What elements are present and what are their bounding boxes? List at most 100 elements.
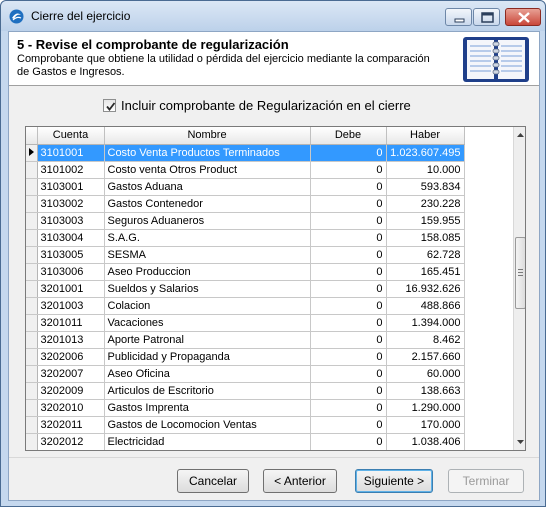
minimize-button[interactable] [445,8,472,26]
cell-haber[interactable]: 170.000 [386,416,465,434]
table-row[interactable]: 3202006 Publicidad y Propaganda 0 2.157.660 [26,348,465,366]
cell-nombre[interactable]: Gastos Imprenta [104,399,311,417]
table-row[interactable]: 3103006 Aseo Produccion 0 165.451 [26,263,465,281]
row-indicator[interactable] [26,433,38,450]
row-indicator[interactable] [26,297,38,315]
cell-cuenta[interactable]: 3103004 [37,229,105,247]
cell-debe[interactable]: 0 [310,195,387,213]
cell-haber[interactable]: 158.085 [386,229,465,247]
row-indicator[interactable] [26,246,38,264]
cell-haber[interactable]: 138.663 [386,382,465,400]
row-indicator[interactable] [26,382,38,400]
cell-cuenta[interactable]: 3201011 [37,314,105,332]
row-indicator[interactable] [26,314,38,332]
cell-cuenta[interactable]: 3101001 [37,144,105,162]
scroll-up-arrow-icon[interactable] [514,127,526,143]
title-bar[interactable]: Cierre del ejercicio [1,1,545,31]
cell-cuenta[interactable]: 3103006 [37,263,105,281]
cell-haber[interactable]: 2.157.660 [386,348,465,366]
scroll-down-arrow-icon[interactable] [514,434,526,450]
cell-debe[interactable]: 0 [310,314,387,332]
table-row[interactable]: 3101002 Costo venta Otros Product 0 10.000 [26,161,465,179]
cell-haber[interactable]: 8.462 [386,331,465,349]
cell-nombre[interactable]: Sueldos y Salarios [104,280,311,298]
row-indicator[interactable] [26,178,38,196]
table-row[interactable]: 3103005 SESMA 0 62.728 [26,246,465,264]
cell-debe[interactable]: 0 [310,399,387,417]
row-indicator[interactable] [26,365,38,383]
table-row[interactable]: 3201011 Vacaciones 0 1.394.000 [26,314,465,332]
row-indicator[interactable] [26,348,38,366]
cell-cuenta[interactable]: 3201003 [37,297,105,315]
column-header-nombre[interactable]: Nombre [104,127,311,145]
cell-cuenta[interactable]: 3101002 [37,161,105,179]
include-regularization-label[interactable]: Incluir comprobante de Regularización en… [121,98,411,113]
row-indicator[interactable] [26,331,38,349]
cell-nombre[interactable]: Gastos de Locomocion Ventas [104,416,311,434]
cell-debe[interactable]: 0 [310,348,387,366]
cell-debe[interactable]: 0 [310,246,387,264]
cell-debe[interactable]: 0 [310,263,387,281]
cell-debe[interactable]: 0 [310,297,387,315]
cell-haber[interactable]: 593.834 [386,178,465,196]
cell-nombre[interactable]: Aseo Produccion [104,263,311,281]
column-header-haber[interactable]: Haber [386,127,465,145]
table-row[interactable]: 3202009 Articulos de Escritorio 0 138.663 [26,382,465,400]
scroll-thumb[interactable] [515,237,525,309]
cancel-button[interactable]: Cancelar [177,469,249,493]
cell-debe[interactable]: 0 [310,178,387,196]
cell-cuenta[interactable]: 3202006 [37,348,105,366]
cell-haber[interactable]: 1.038.406 [386,433,465,450]
cell-haber[interactable]: 1.290.000 [386,399,465,417]
previous-button[interactable]: < Anterior [263,469,337,493]
row-indicator[interactable] [26,229,38,247]
cell-nombre[interactable]: Costo venta Otros Product [104,161,311,179]
cell-cuenta[interactable]: 3103001 [37,178,105,196]
cell-nombre[interactable]: Colacion [104,297,311,315]
table-row[interactable]: 3201001 Sueldos y Salarios 0 16.932.626 [26,280,465,298]
table-row[interactable]: 3103001 Gastos Aduana 0 593.834 [26,178,465,196]
cell-haber[interactable]: 10.000 [386,161,465,179]
row-indicator[interactable] [26,416,38,434]
table-row[interactable]: 3201013 Aporte Patronal 0 8.462 [26,331,465,349]
cell-nombre[interactable]: Aseo Oficina [104,365,311,383]
cell-cuenta[interactable]: 3202011 [37,416,105,434]
cell-cuenta[interactable]: 3202010 [37,399,105,417]
grid-vertical-scrollbar[interactable] [513,127,526,450]
cell-cuenta[interactable]: 3201013 [37,331,105,349]
cell-haber[interactable]: 16.932.626 [386,280,465,298]
table-row[interactable]: 3101001 Costo Venta Productos Terminados 0… [26,144,465,162]
close-button[interactable] [505,8,541,26]
maximize-button[interactable] [473,8,500,26]
cell-haber[interactable]: 62.728 [386,246,465,264]
cell-debe[interactable]: 0 [310,331,387,349]
cell-debe[interactable]: 0 [310,229,387,247]
cell-cuenta[interactable]: 3202009 [37,382,105,400]
cell-haber[interactable]: 60.000 [386,365,465,383]
cell-debe[interactable]: 0 [310,382,387,400]
cell-haber[interactable]: 1.394.000 [386,314,465,332]
row-indicator[interactable] [26,399,38,417]
table-row[interactable]: 3202010 Gastos Imprenta 0 1.290.000 [26,399,465,417]
table-row[interactable]: 3103002 Gastos Contenedor 0 230.228 [26,195,465,213]
regularization-grid[interactable]: Cuenta Nombre Debe Haber 3101001 Costo Ve… [25,126,526,451]
next-button[interactable]: Siguiente > [355,469,433,493]
cell-cuenta[interactable]: 3103002 [37,195,105,213]
cell-nombre[interactable]: SESMA [104,246,311,264]
cell-nombre[interactable]: Costo Venta Productos Terminados [104,144,311,162]
row-indicator[interactable] [26,212,38,230]
table-row[interactable]: 3103004 S.A.G. 0 158.085 [26,229,465,247]
table-row[interactable]: 3201003 Colacion 0 488.866 [26,297,465,315]
cell-nombre[interactable]: Seguros Aduaneros [104,212,311,230]
cell-debe[interactable]: 0 [310,416,387,434]
cell-debe[interactable]: 0 [310,144,387,162]
cell-haber[interactable]: 159.955 [386,212,465,230]
cell-nombre[interactable]: Articulos de Escritorio [104,382,311,400]
table-row[interactable]: 3202012 Electricidad 0 1.038.406 [26,433,465,450]
row-indicator[interactable] [26,280,38,298]
row-indicator[interactable] [26,161,38,179]
cell-haber[interactable]: 488.866 [386,297,465,315]
cell-nombre[interactable]: Vacaciones [104,314,311,332]
row-indicator[interactable] [26,263,38,281]
cell-cuenta[interactable]: 3103005 [37,246,105,264]
